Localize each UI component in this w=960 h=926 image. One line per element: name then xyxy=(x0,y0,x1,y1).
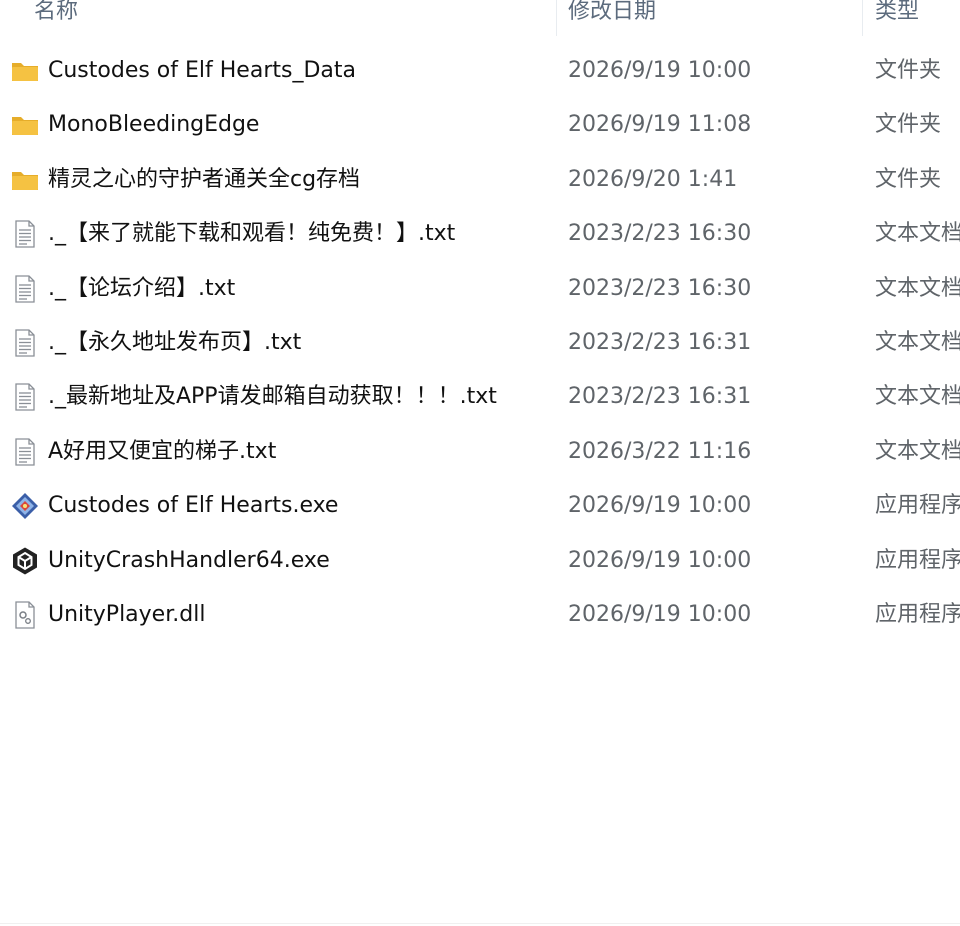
file-name: ._【论坛介绍】.txt xyxy=(48,275,236,301)
file-type: 文本文档 xyxy=(875,384,960,410)
file-type: 文本文档 xyxy=(875,329,960,355)
game-exe-icon xyxy=(10,491,40,521)
file-date: 2026/9/19 10:00 xyxy=(568,58,752,83)
file-row[interactable]: UnityCrashHandler64.exe 2026/9/19 10:00 … xyxy=(0,534,960,588)
file-date: 2026/9/19 10:00 xyxy=(568,493,752,519)
column-header-type[interactable]: 类型 xyxy=(875,0,919,30)
file-type: 文件夹 xyxy=(875,58,942,83)
text-file-icon xyxy=(10,219,40,249)
file-date: 2026/3/22 11:16 xyxy=(568,438,752,464)
file-row[interactable]: ._【永久地址发布页】.txt 2023/2/23 16:31 文本文档 xyxy=(0,316,960,370)
file-type: 文本文档 xyxy=(875,438,960,464)
status-divider xyxy=(0,923,960,924)
text-file-icon xyxy=(10,437,40,467)
file-type: 应用程序 xyxy=(875,547,960,573)
file-date: 2023/2/23 16:31 xyxy=(568,384,752,410)
file-date: 2026/9/19 11:08 xyxy=(568,112,752,138)
file-date: 2026/9/20 1:41 xyxy=(568,166,738,192)
file-date: 2023/2/23 16:30 xyxy=(568,221,752,247)
file-date: 2023/2/23 16:30 xyxy=(568,275,752,301)
file-date: 2023/2/23 16:31 xyxy=(568,329,752,355)
file-row[interactable]: A好用又便宜的梯子.txt 2026/3/22 11:16 文本文档 xyxy=(0,425,960,479)
dll-file-icon xyxy=(10,600,40,630)
column-header-name[interactable]: 名称 xyxy=(34,0,78,30)
file-row[interactable]: Custodes of Elf Hearts_Data 2026/9/19 10… xyxy=(0,44,960,98)
column-header-date[interactable]: 修改日期 xyxy=(568,0,656,30)
file-name: A好用又便宜的梯子.txt xyxy=(48,438,277,464)
file-date: 2026/9/19 10:00 xyxy=(568,547,752,573)
folder-icon xyxy=(10,165,40,195)
file-name: Custodes of Elf Hearts_Data xyxy=(48,58,356,83)
file-row[interactable]: UnityPlayer.dll 2026/9/19 10:00 应用程序扩展 xyxy=(0,588,960,642)
file-rows: Custodes of Elf Hearts_Data 2026/9/19 10… xyxy=(0,44,960,642)
folder-icon xyxy=(10,56,40,86)
file-row[interactable]: ._【来了就能下载和观看！纯免费！】.txt 2023/2/23 16:30 文… xyxy=(0,207,960,261)
text-file-icon xyxy=(10,274,40,304)
file-type: 文件夹 xyxy=(875,166,942,192)
column-header-bar: 名称 修改日期 类型 xyxy=(0,0,960,36)
file-row[interactable]: MonoBleedingEdge 2026/9/19 11:08 文件夹 xyxy=(0,98,960,152)
file-name: UnityPlayer.dll xyxy=(48,601,206,627)
file-name: 精灵之心的守护者通关全cg存档 xyxy=(48,166,361,192)
file-explorer-list: 名称 修改日期 类型 Custodes of Elf Hearts_Data 2… xyxy=(0,0,960,926)
file-type: 应用程序扩展 xyxy=(875,601,960,627)
file-type: 文本文档 xyxy=(875,221,960,247)
file-name: Custodes of Elf Hearts.exe xyxy=(48,493,339,519)
file-row[interactable]: ._【论坛介绍】.txt 2023/2/23 16:30 文本文档 xyxy=(0,262,960,316)
folder-icon xyxy=(10,110,40,140)
file-name: MonoBleedingEdge xyxy=(48,112,260,138)
column-resize-handle-date[interactable] xyxy=(862,0,863,36)
file-row[interactable]: Custodes of Elf Hearts.exe 2026/9/19 10:… xyxy=(0,479,960,533)
text-file-icon xyxy=(10,382,40,412)
file-type: 文件夹 xyxy=(875,112,942,138)
file-row[interactable]: ._最新地址及APP请发邮箱自动获取！！！.txt 2023/2/23 16:3… xyxy=(0,370,960,424)
file-type: 文本文档 xyxy=(875,275,960,301)
file-name: ._【来了就能下载和观看！纯免费！】.txt xyxy=(48,221,456,247)
file-type: 应用程序 xyxy=(875,493,960,519)
text-file-icon xyxy=(10,328,40,358)
unity-icon xyxy=(10,546,40,576)
file-date: 2026/9/19 10:00 xyxy=(568,601,752,627)
file-name: ._【永久地址发布页】.txt xyxy=(48,329,302,355)
file-name: UnityCrashHandler64.exe xyxy=(48,547,330,573)
file-name: ._最新地址及APP请发邮箱自动获取！！！.txt xyxy=(48,384,497,410)
file-row[interactable]: 精灵之心的守护者通关全cg存档 2026/9/20 1:41 文件夹 xyxy=(0,153,960,207)
column-resize-handle-name[interactable] xyxy=(556,0,557,36)
